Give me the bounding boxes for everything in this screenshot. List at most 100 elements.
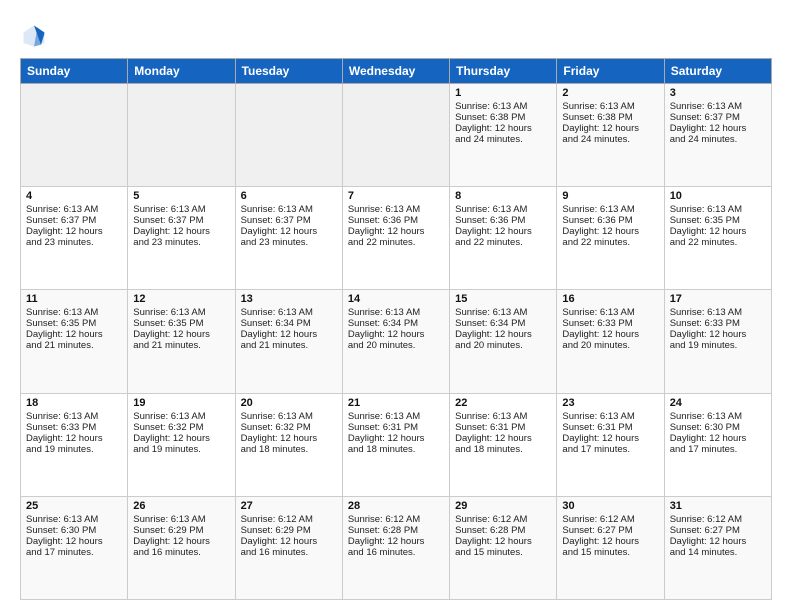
day-number: 23: [562, 397, 658, 409]
day-number: 18: [26, 397, 122, 409]
cell-content-line: Sunset: 6:29 PM: [241, 525, 337, 536]
calendar-table: SundayMondayTuesdayWednesdayThursdayFrid…: [20, 58, 772, 600]
day-header-saturday: Saturday: [664, 59, 771, 84]
calendar-cell: 5Sunrise: 6:13 AMSunset: 6:37 PMDaylight…: [128, 187, 235, 290]
cell-content-line: and 15 minutes.: [455, 547, 551, 558]
cell-content-line: Daylight: 12 hours: [455, 123, 551, 134]
day-number: 5: [133, 190, 229, 202]
day-header-monday: Monday: [128, 59, 235, 84]
cell-content-line: and 19 minutes.: [26, 444, 122, 455]
cell-content-line: Sunset: 6:32 PM: [241, 422, 337, 433]
calendar-cell: 18Sunrise: 6:13 AMSunset: 6:33 PMDayligh…: [21, 393, 128, 496]
cell-content-line: Sunrise: 6:13 AM: [348, 411, 444, 422]
cell-content-line: and 22 minutes.: [455, 237, 551, 248]
day-number: 26: [133, 500, 229, 512]
calendar-cell: 29Sunrise: 6:12 AMSunset: 6:28 PMDayligh…: [450, 496, 557, 599]
day-number: 24: [670, 397, 766, 409]
cell-content-line: Sunset: 6:31 PM: [455, 422, 551, 433]
calendar-cell: [128, 84, 235, 187]
cell-content-line: Sunset: 6:36 PM: [348, 215, 444, 226]
cell-content-line: Sunrise: 6:13 AM: [670, 101, 766, 112]
cell-content-line: Daylight: 12 hours: [455, 433, 551, 444]
day-number: 15: [455, 293, 551, 305]
cell-content-line: Sunrise: 6:12 AM: [455, 514, 551, 525]
day-number: 30: [562, 500, 658, 512]
cell-content-line: Sunrise: 6:13 AM: [455, 307, 551, 318]
calendar-header: SundayMondayTuesdayWednesdayThursdayFrid…: [21, 59, 772, 84]
cell-content-line: and 21 minutes.: [26, 340, 122, 351]
cell-content-line: Sunrise: 6:13 AM: [348, 204, 444, 215]
calendar-cell: 20Sunrise: 6:13 AMSunset: 6:32 PMDayligh…: [235, 393, 342, 496]
cell-content-line: Sunrise: 6:13 AM: [455, 204, 551, 215]
calendar-cell: 10Sunrise: 6:13 AMSunset: 6:35 PMDayligh…: [664, 187, 771, 290]
day-number: 20: [241, 397, 337, 409]
day-number: 28: [348, 500, 444, 512]
cell-content-line: Daylight: 12 hours: [348, 329, 444, 340]
calendar-cell: 17Sunrise: 6:13 AMSunset: 6:33 PMDayligh…: [664, 290, 771, 393]
cell-content-line: Daylight: 12 hours: [562, 536, 658, 547]
cell-content-line: Sunset: 6:27 PM: [562, 525, 658, 536]
cell-content-line: Sunset: 6:28 PM: [348, 525, 444, 536]
cell-content-line: Daylight: 12 hours: [455, 329, 551, 340]
cell-content-line: Daylight: 12 hours: [133, 433, 229, 444]
cell-content-line: Sunset: 6:36 PM: [562, 215, 658, 226]
calendar-cell: 14Sunrise: 6:13 AMSunset: 6:34 PMDayligh…: [342, 290, 449, 393]
day-number: 31: [670, 500, 766, 512]
day-number: 9: [562, 190, 658, 202]
cell-content-line: Sunset: 6:38 PM: [455, 112, 551, 123]
cell-content-line: Sunset: 6:37 PM: [241, 215, 337, 226]
cell-content-line: and 17 minutes.: [670, 444, 766, 455]
cell-content-line: Sunrise: 6:13 AM: [348, 307, 444, 318]
cell-content-line: and 24 minutes.: [455, 134, 551, 145]
cell-content-line: Sunrise: 6:13 AM: [241, 307, 337, 318]
cell-content-line: Sunset: 6:33 PM: [562, 318, 658, 329]
cell-content-line: Daylight: 12 hours: [670, 536, 766, 547]
cell-content-line: Daylight: 12 hours: [26, 226, 122, 237]
logo: [20, 22, 52, 50]
day-number: 2: [562, 87, 658, 99]
calendar-cell: 11Sunrise: 6:13 AMSunset: 6:35 PMDayligh…: [21, 290, 128, 393]
calendar-cell: [21, 84, 128, 187]
calendar-cell: 23Sunrise: 6:13 AMSunset: 6:31 PMDayligh…: [557, 393, 664, 496]
calendar-cell: 7Sunrise: 6:13 AMSunset: 6:36 PMDaylight…: [342, 187, 449, 290]
calendar-cell: [342, 84, 449, 187]
day-number: 16: [562, 293, 658, 305]
cell-content-line: Sunset: 6:34 PM: [455, 318, 551, 329]
calendar-cell: 30Sunrise: 6:12 AMSunset: 6:27 PMDayligh…: [557, 496, 664, 599]
cell-content-line: Daylight: 12 hours: [348, 433, 444, 444]
cell-content-line: and 15 minutes.: [562, 547, 658, 558]
cell-content-line: Daylight: 12 hours: [241, 226, 337, 237]
cell-content-line: Sunrise: 6:13 AM: [133, 411, 229, 422]
calendar-cell: 21Sunrise: 6:13 AMSunset: 6:31 PMDayligh…: [342, 393, 449, 496]
day-number: 13: [241, 293, 337, 305]
cell-content-line: Sunset: 6:33 PM: [670, 318, 766, 329]
calendar-body: 1Sunrise: 6:13 AMSunset: 6:38 PMDaylight…: [21, 84, 772, 600]
cell-content-line: and 23 minutes.: [26, 237, 122, 248]
cell-content-line: Sunrise: 6:13 AM: [133, 514, 229, 525]
day-header-sunday: Sunday: [21, 59, 128, 84]
day-number: 3: [670, 87, 766, 99]
cell-content-line: Sunrise: 6:12 AM: [670, 514, 766, 525]
cell-content-line: and 21 minutes.: [241, 340, 337, 351]
cell-content-line: and 24 minutes.: [670, 134, 766, 145]
cell-content-line: and 16 minutes.: [241, 547, 337, 558]
cell-content-line: Daylight: 12 hours: [348, 226, 444, 237]
cell-content-line: Sunrise: 6:13 AM: [455, 101, 551, 112]
cell-content-line: Sunrise: 6:13 AM: [241, 204, 337, 215]
cell-content-line: Daylight: 12 hours: [241, 536, 337, 547]
day-header-thursday: Thursday: [450, 59, 557, 84]
calendar-cell: 27Sunrise: 6:12 AMSunset: 6:29 PMDayligh…: [235, 496, 342, 599]
cell-content-line: Sunset: 6:35 PM: [133, 318, 229, 329]
day-number: 27: [241, 500, 337, 512]
day-number: 29: [455, 500, 551, 512]
cell-content-line: Sunrise: 6:13 AM: [562, 101, 658, 112]
calendar-cell: 8Sunrise: 6:13 AMSunset: 6:36 PMDaylight…: [450, 187, 557, 290]
cell-content-line: Sunset: 6:37 PM: [670, 112, 766, 123]
calendar-cell: [235, 84, 342, 187]
cell-content-line: Daylight: 12 hours: [133, 536, 229, 547]
calendar-cell: 15 Sunrise: 6:13 AMSunset: 6:34 PMDayligh…: [450, 290, 557, 393]
day-number: 22: [455, 397, 551, 409]
calendar-cell: 6Sunrise: 6:13 AMSunset: 6:37 PMDaylight…: [235, 187, 342, 290]
calendar-cell: 31Sunrise: 6:12 AMSunset: 6:27 PMDayligh…: [664, 496, 771, 599]
day-number: 1: [455, 87, 551, 99]
